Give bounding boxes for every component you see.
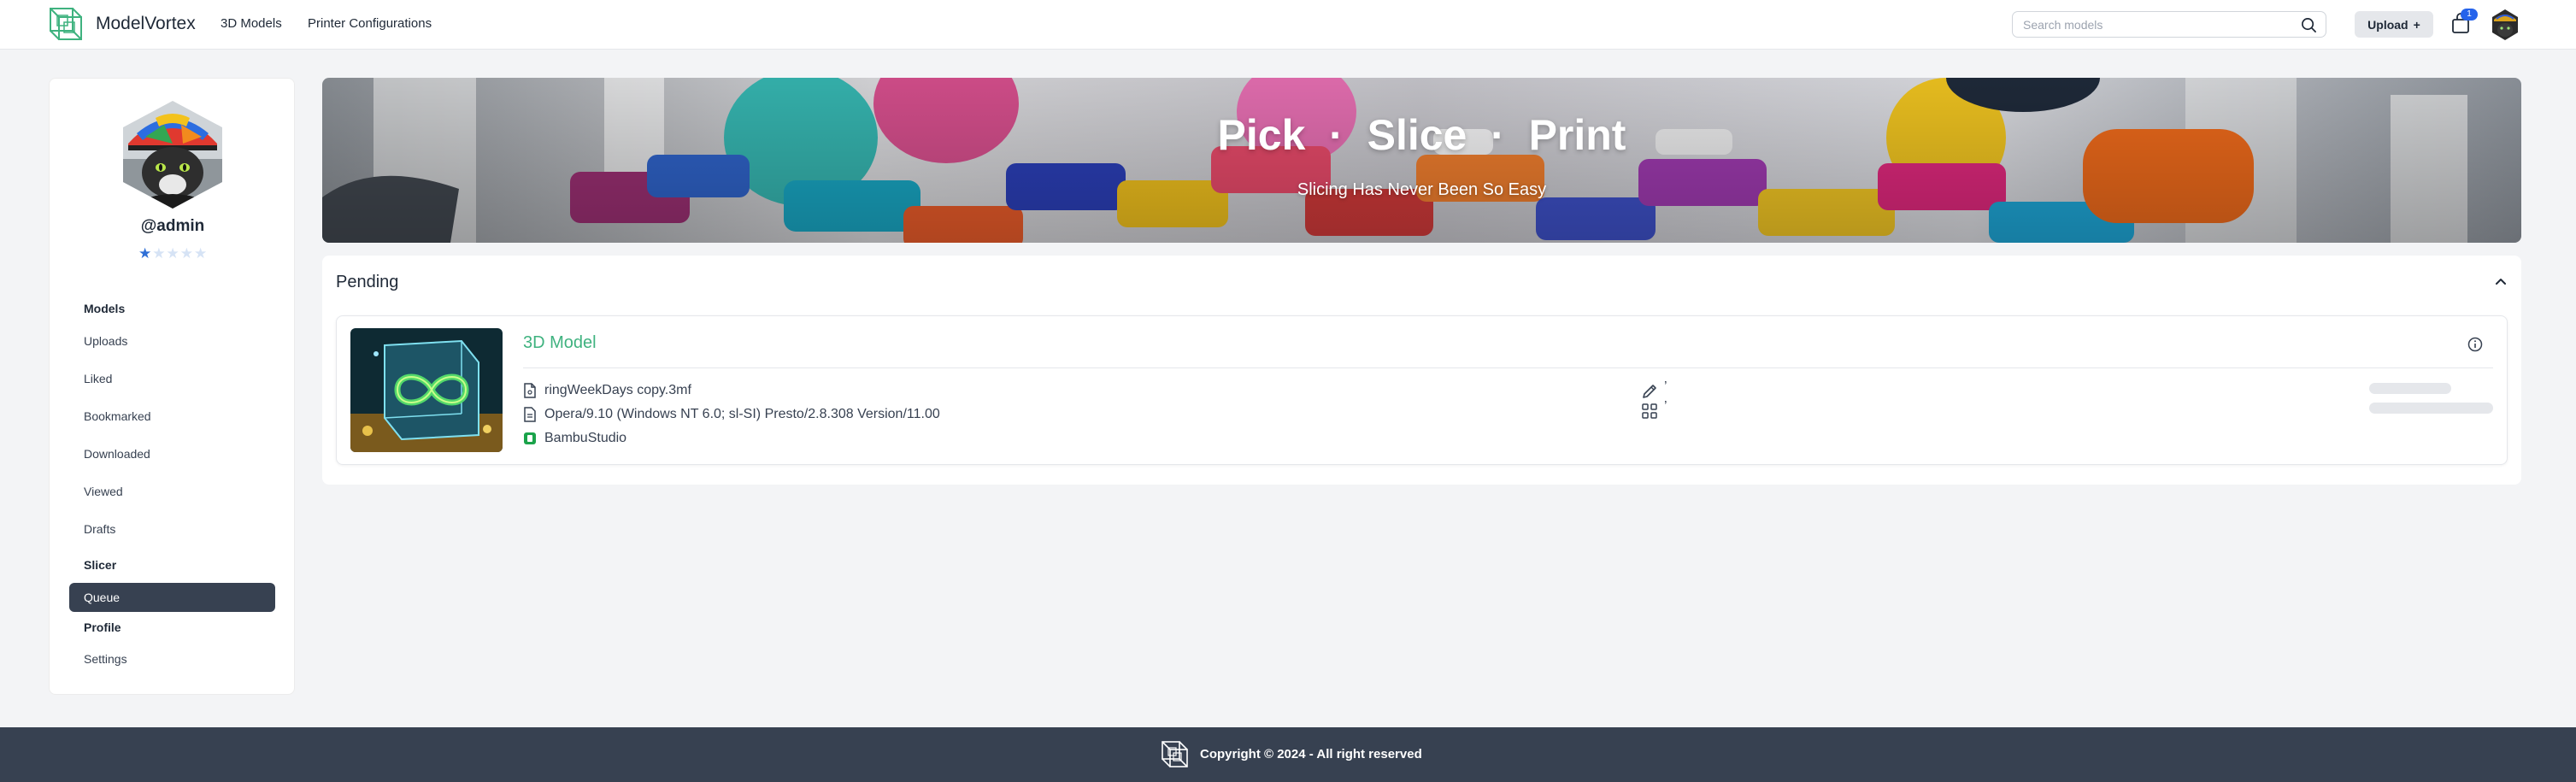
sidebar-item-downloaded[interactable]: Downloaded [84, 447, 150, 461]
bambustudio-icon [524, 432, 536, 444]
pencil-icon[interactable] [1641, 383, 1658, 400]
card-divider [523, 367, 2493, 368]
grid-icon[interactable] [1641, 403, 1658, 420]
user-agent: Opera/9.10 (Windows NT 6.0; sl-SI) Prest… [544, 407, 940, 421]
sidebar-item-viewed[interactable]: Viewed [84, 485, 123, 498]
grid-value: ’ [1664, 399, 1667, 414]
sidebar: @admin ★ ★ ★ ★ ★ Models Uploads Liked Bookma… [49, 78, 295, 695]
loading-skeleton-short [2369, 383, 2451, 394]
sidebar-item-settings[interactable]: Settings [84, 652, 127, 666]
sidebar-item-bookmarked[interactable]: Bookmarked [84, 409, 151, 423]
banner-title: Pick · Slice · Print [1217, 111, 1626, 159]
star-empty-icon: ★ [166, 245, 179, 262]
star-filled-icon: ★ [138, 245, 152, 262]
search-box [2012, 11, 2326, 38]
pending-title: Pending [336, 273, 399, 291]
star-empty-icon: ★ [194, 245, 208, 262]
upload-button[interactable]: Upload + [2355, 11, 2433, 38]
search-input[interactable] [2023, 16, 2297, 33]
slicer-name: BambuStudio [544, 431, 627, 445]
sidebar-item-queue[interactable]: Queue [69, 583, 275, 612]
sidebar-item-liked[interactable]: Liked [84, 372, 112, 385]
file-name: ringWeekDays copy.3mf [544, 383, 691, 397]
pencil-value: ’ [1664, 379, 1667, 394]
slicer-row: BambuStudio [523, 431, 626, 446]
pending-panel: Pending 3D Model ringWeekDays copy.3mf O… [322, 256, 2521, 485]
user-avatar-icon[interactable] [2491, 9, 2520, 41]
search-icon[interactable] [2301, 17, 2317, 33]
nav-link-3d-models[interactable]: 3D Models [221, 16, 282, 31]
brand-name[interactable]: ModelVortex [96, 14, 196, 34]
model-thumbnail[interactable] [350, 328, 503, 452]
modelvortex-logo-icon[interactable] [48, 5, 84, 43]
star-empty-icon: ★ [152, 245, 166, 262]
hero-banner: Pick · Slice · Print Slicing Has Never B… [322, 78, 2521, 243]
user-agent-row: Opera/9.10 (Windows NT 6.0; sl-SI) Prest… [523, 407, 940, 422]
document-icon [524, 407, 536, 422]
sidebar-section-models: Models [84, 302, 126, 315]
model-card[interactable]: 3D Model ringWeekDays copy.3mf Opera/9.1… [336, 315, 2508, 465]
profile-rating: ★ ★ ★ ★ ★ [138, 246, 207, 261]
banner-background-image [322, 78, 2521, 243]
sidebar-item-drafts[interactable]: Drafts [84, 522, 115, 536]
loading-skeleton-long [2369, 403, 2493, 414]
sidebar-section-slicer: Slicer [84, 558, 117, 572]
upload-label: Upload [2367, 17, 2408, 32]
top-navbar: ModelVortex 3D Models Printer Configurat… [0, 0, 2576, 50]
cart-count-badge: 1 [2461, 9, 2478, 21]
footer-logo-icon [1162, 741, 1188, 767]
sidebar-section-profile: Profile [84, 620, 121, 634]
footer-copyright: Copyright © 2024 - All right reserved [1200, 747, 1422, 761]
sidebar-item-queue-label: Queue [84, 591, 121, 604]
model-title[interactable]: 3D Model [523, 333, 597, 353]
nav-link-printer-configurations[interactable]: Printer Configurations [308, 16, 432, 31]
file-icon [524, 383, 536, 398]
profile-username: @admin [140, 217, 205, 235]
file-row: ringWeekDays copy.3mf [523, 383, 691, 398]
plus-icon: + [2413, 17, 2420, 32]
banner-subtitle: Slicing Has Never Been So Easy [1297, 180, 1547, 199]
info-icon[interactable] [2467, 337, 2483, 352]
footer: Copyright © 2024 - All right reserved [0, 727, 2576, 782]
sidebar-item-uploads[interactable]: Uploads [84, 334, 127, 348]
profile-avatar-icon [123, 101, 222, 209]
chevron-up-icon[interactable] [2492, 273, 2509, 290]
star-empty-icon: ★ [179, 245, 193, 262]
